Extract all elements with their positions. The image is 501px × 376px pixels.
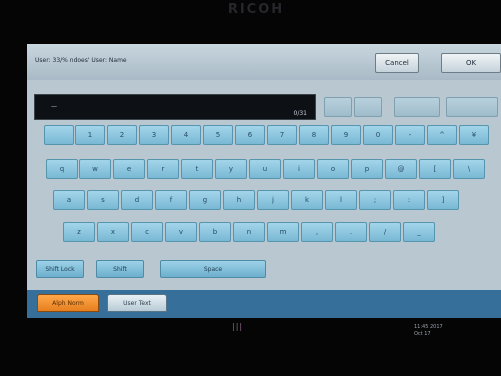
- key-row3-2[interactable]: d: [121, 190, 153, 210]
- key-row1-0[interactable]: [44, 125, 74, 145]
- clock: 11:45 2017 Oct 17: [414, 324, 443, 338]
- key-row1-9[interactable]: 9: [331, 125, 361, 145]
- key-row3-9[interactable]: ;: [359, 190, 391, 210]
- key-row2-9[interactable]: p: [351, 159, 383, 179]
- key-row1-4[interactable]: 4: [171, 125, 201, 145]
- device-frame: RICOH User: 33/% ndoes' User: Name Cance…: [0, 0, 501, 376]
- key-row1-8[interactable]: 8: [299, 125, 329, 145]
- key-row2-11[interactable]: [: [419, 159, 451, 179]
- key-row2-4[interactable]: t: [181, 159, 213, 179]
- tab-alph-norm[interactable]: Alph Norm: [37, 294, 99, 312]
- input-cursor: —: [51, 103, 57, 110]
- clock-date: Oct 17: [414, 331, 431, 337]
- key-row2-3[interactable]: r: [147, 159, 179, 179]
- key-row1-2[interactable]: 2: [107, 125, 137, 145]
- key-row3-1[interactable]: s: [87, 190, 119, 210]
- key-row4-6[interactable]: m: [267, 222, 299, 242]
- delete-button[interactable]: [446, 97, 498, 117]
- cancel-button[interactable]: Cancel: [375, 53, 419, 73]
- key-row1-13[interactable]: ¥: [459, 125, 489, 145]
- key-row1-3[interactable]: 3: [139, 125, 169, 145]
- brand-logo: RICOH: [227, 2, 285, 17]
- key-row4-9[interactable]: /: [369, 222, 401, 242]
- key-row4-3[interactable]: v: [165, 222, 197, 242]
- key-row4-2[interactable]: c: [131, 222, 163, 242]
- ok-button[interactable]: OK: [441, 53, 501, 73]
- key-row2-6[interactable]: u: [249, 159, 281, 179]
- key-row3-6[interactable]: j: [257, 190, 289, 210]
- clock-time: 11:45 2017: [414, 324, 443, 330]
- key-row3-3[interactable]: f: [155, 190, 187, 210]
- key-row4-1[interactable]: x: [97, 222, 129, 242]
- key-row4-10[interactable]: _: [403, 222, 435, 242]
- key-row2-8[interactable]: o: [317, 159, 349, 179]
- key-row3-7[interactable]: k: [291, 190, 323, 210]
- touch-screen: User: 33/% ndoes' User: Name Cancel OK —…: [27, 44, 501, 318]
- key-row3-8[interactable]: l: [325, 190, 357, 210]
- key-row3-10[interactable]: :: [393, 190, 425, 210]
- key-row1-5[interactable]: 5: [203, 125, 233, 145]
- backspace-button[interactable]: [394, 97, 440, 117]
- key-row3-11[interactable]: ]: [427, 190, 459, 210]
- tab-user-text[interactable]: User Text: [107, 294, 167, 312]
- key-row4-5[interactable]: n: [233, 222, 265, 242]
- key-row1-11[interactable]: -: [395, 125, 425, 145]
- key-row2-10[interactable]: @: [385, 159, 417, 179]
- key-row1-6[interactable]: 6: [235, 125, 265, 145]
- key-row3-0[interactable]: a: [53, 190, 85, 210]
- key-row2-0[interactable]: q: [46, 159, 78, 179]
- char-counter: 0/31: [293, 110, 307, 117]
- key-row2-1[interactable]: w: [79, 159, 111, 179]
- key-row4-0[interactable]: z: [63, 222, 95, 242]
- key-row1-1[interactable]: 1: [75, 125, 105, 145]
- key-row3-4[interactable]: g: [189, 190, 221, 210]
- shift-button[interactable]: Shift: [96, 260, 144, 278]
- key-row4-7[interactable]: ,: [301, 222, 333, 242]
- key-row1-12[interactable]: ^: [427, 125, 457, 145]
- key-row4-8[interactable]: .: [335, 222, 367, 242]
- shift-lock-button[interactable]: Shift Lock: [36, 260, 84, 278]
- key-row1-10[interactable]: 0: [363, 125, 393, 145]
- key-row2-7[interactable]: i: [283, 159, 315, 179]
- key-row4-4[interactable]: b: [199, 222, 231, 242]
- key-row2-2[interactable]: e: [113, 159, 145, 179]
- text-input[interactable]: — 0/31: [34, 94, 316, 120]
- key-row1-7[interactable]: 7: [267, 125, 297, 145]
- cursor-right-button[interactable]: [354, 97, 382, 117]
- header-title: User: 33/% ndoes' User: Name: [35, 57, 127, 64]
- key-row2-12[interactable]: \: [453, 159, 485, 179]
- tab-bar: Alph Norm User Text: [27, 290, 501, 318]
- header-bar: User: 33/% ndoes' User: Name Cancel OK: [27, 44, 501, 80]
- key-row2-5[interactable]: y: [215, 159, 247, 179]
- space-button[interactable]: Space: [160, 260, 266, 278]
- status-led: |||: [232, 322, 244, 331]
- cursor-left-button[interactable]: [324, 97, 352, 117]
- key-row3-5[interactable]: h: [223, 190, 255, 210]
